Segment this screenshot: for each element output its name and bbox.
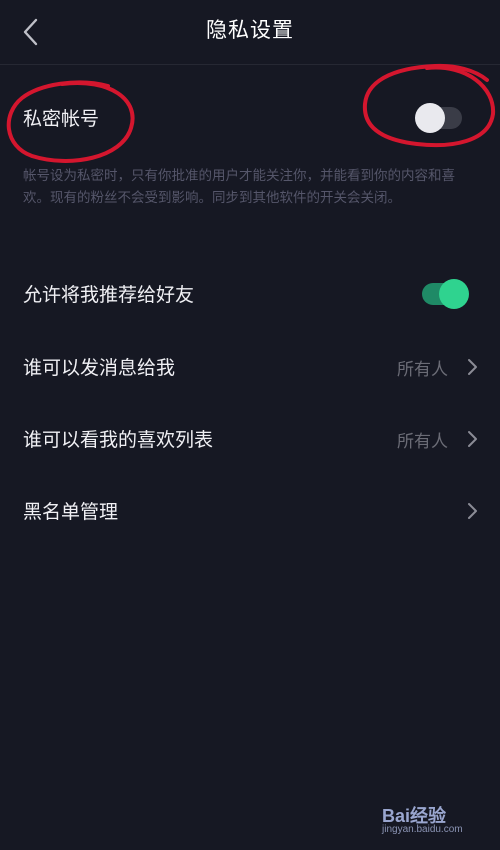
toggle-knob — [415, 103, 445, 133]
watermark-url: jingyan.baidu.com — [382, 824, 463, 835]
private-account-row[interactable]: 私密帐号 — [0, 88, 500, 148]
recommend-to-friends-label: 允许将我推荐给好友 — [23, 284, 195, 306]
who-can-message-label: 谁可以发消息给我 — [23, 357, 176, 379]
page-title: 隐私设置 — [206, 18, 294, 42]
private-account-toggle[interactable] — [415, 103, 462, 133]
who-can-message-row[interactable]: 谁可以发消息给我 所有人 — [0, 337, 500, 397]
private-account-description: 帐号设为私密时，只有你批准的用户才能关注你，并能看到你的内容和喜欢。现有的粉丝不… — [23, 168, 455, 206]
blacklist-management-row[interactable]: 黑名单管理 — [0, 481, 500, 541]
baidu-jingyan-watermark: Bai经验 jingyan.baidu.com — [382, 802, 478, 836]
recommend-to-friends-toggle[interactable] — [422, 279, 469, 309]
blacklist-management-label: 黑名单管理 — [23, 501, 119, 523]
recommend-to-friends-row[interactable]: 允许将我推荐给好友 — [0, 264, 500, 324]
who-can-message-value: 所有人 — [397, 360, 448, 380]
chevron-right-icon — [468, 431, 477, 447]
who-can-view-likes-row[interactable]: 谁可以看我的喜欢列表 所有人 — [0, 409, 500, 469]
who-can-view-likes-label: 谁可以看我的喜欢列表 — [23, 429, 214, 451]
top-bar: 隐私设置 — [0, 0, 500, 65]
who-can-view-likes-value: 所有人 — [397, 432, 448, 452]
private-account-label: 私密帐号 — [23, 108, 100, 130]
chevron-right-icon — [468, 503, 477, 519]
chevron-right-icon — [468, 359, 477, 375]
toggle-knob — [439, 279, 469, 309]
